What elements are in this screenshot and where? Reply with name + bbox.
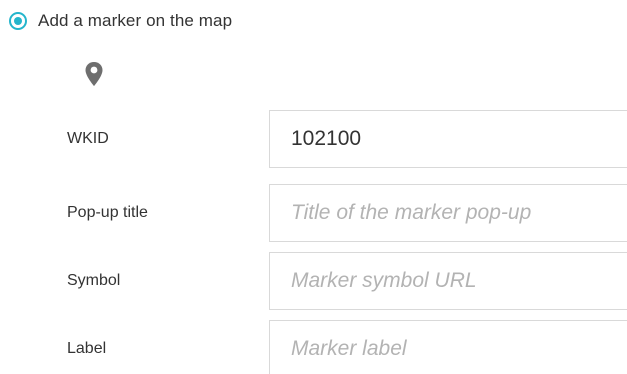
wkid-row: WKID xyxy=(0,110,627,168)
popup-title-input[interactable] xyxy=(269,184,627,242)
radio-selected-dot xyxy=(14,17,22,25)
marker-label-input[interactable] xyxy=(269,320,627,374)
popup-title-row: Pop-up title xyxy=(0,184,627,242)
add-marker-radio-option[interactable]: Add a marker on the map xyxy=(9,9,232,33)
symbol-url-input[interactable] xyxy=(269,252,627,310)
symbol-row: Symbol xyxy=(0,252,627,310)
popup-title-label: Pop-up title xyxy=(67,204,148,221)
wkid-label: WKID xyxy=(67,130,109,147)
add-marker-radio-button[interactable] xyxy=(9,12,27,30)
add-marker-radio-label: Add a marker on the map xyxy=(38,11,233,30)
label-row: Label xyxy=(0,320,627,374)
label-label: Label xyxy=(67,340,107,357)
symbol-label: Symbol xyxy=(67,272,121,289)
wkid-input[interactable] xyxy=(269,110,627,168)
marker-settings-panel: Add a marker on the map WKID Pop-up titl… xyxy=(0,0,627,374)
map-pin-icon[interactable] xyxy=(84,61,104,87)
